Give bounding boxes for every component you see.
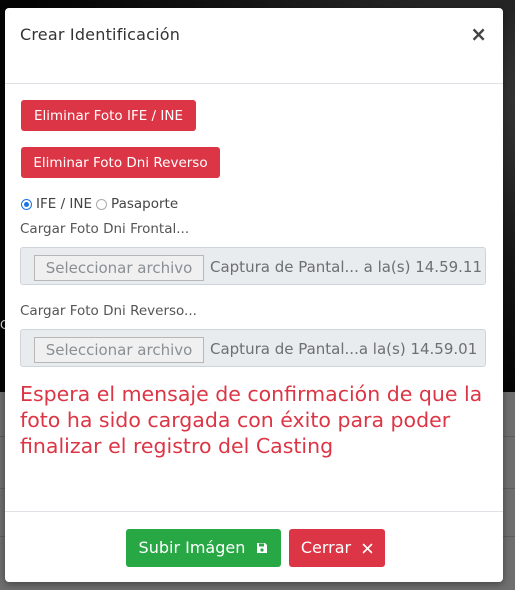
front-select-file-button[interactable]: Seleccionar archivo [34,255,204,281]
upload-image-button[interactable]: Subir Imágen [126,529,281,567]
cerrar-button[interactable]: Cerrar [289,529,385,567]
back-file-input[interactable]: Seleccionar archivo Captura de Pantal...… [20,329,486,367]
radio-pasaporte[interactable] [96,198,108,210]
modal-header: Crear Identificación × [5,8,503,84]
close-icon [362,530,373,568]
cerrar-label: Cerrar [300,538,352,557]
crear-identificacion-modal: Crear Identificación × Eliminar Foto IFE… [5,8,503,582]
close-icon[interactable]: × [470,24,487,44]
id-type-radio-group: IFE / INE Pasaporte [21,196,178,212]
front-file-input[interactable]: Seleccionar archivo Captura de Pantal...… [20,247,486,285]
upload-warning-message: Espera el mensaje de confirmación de que… [20,382,483,458]
radio-ife-ine-label: IFE / INE [36,196,93,212]
delete-front-photo-button[interactable]: Eliminar Foto IFE / INE [21,100,196,131]
back-select-file-button[interactable]: Seleccionar archivo [34,337,204,363]
modal-title: Crear Identificación [20,25,181,44]
save-icon [256,530,268,568]
modal-footer: Subir Imágen Cerrar [5,511,503,583]
front-file-name: Captura de Pantal... a la(s) 14.59.11 [210,258,483,276]
delete-back-photo-button[interactable]: Eliminar Foto Dni Reverso [21,147,220,178]
radio-ife-ine[interactable] [21,198,32,210]
upload-image-label: Subir Imágen [138,538,246,557]
front-upload-label: Cargar Foto Dni Frontal... [20,221,190,237]
back-file-name: Captura de Pantal...a la(s) 14.59.01 [210,340,478,358]
back-upload-label: Cargar Foto Dni Reverso... [20,303,197,319]
radio-pasaporte-label: Pasaporte [111,196,179,212]
